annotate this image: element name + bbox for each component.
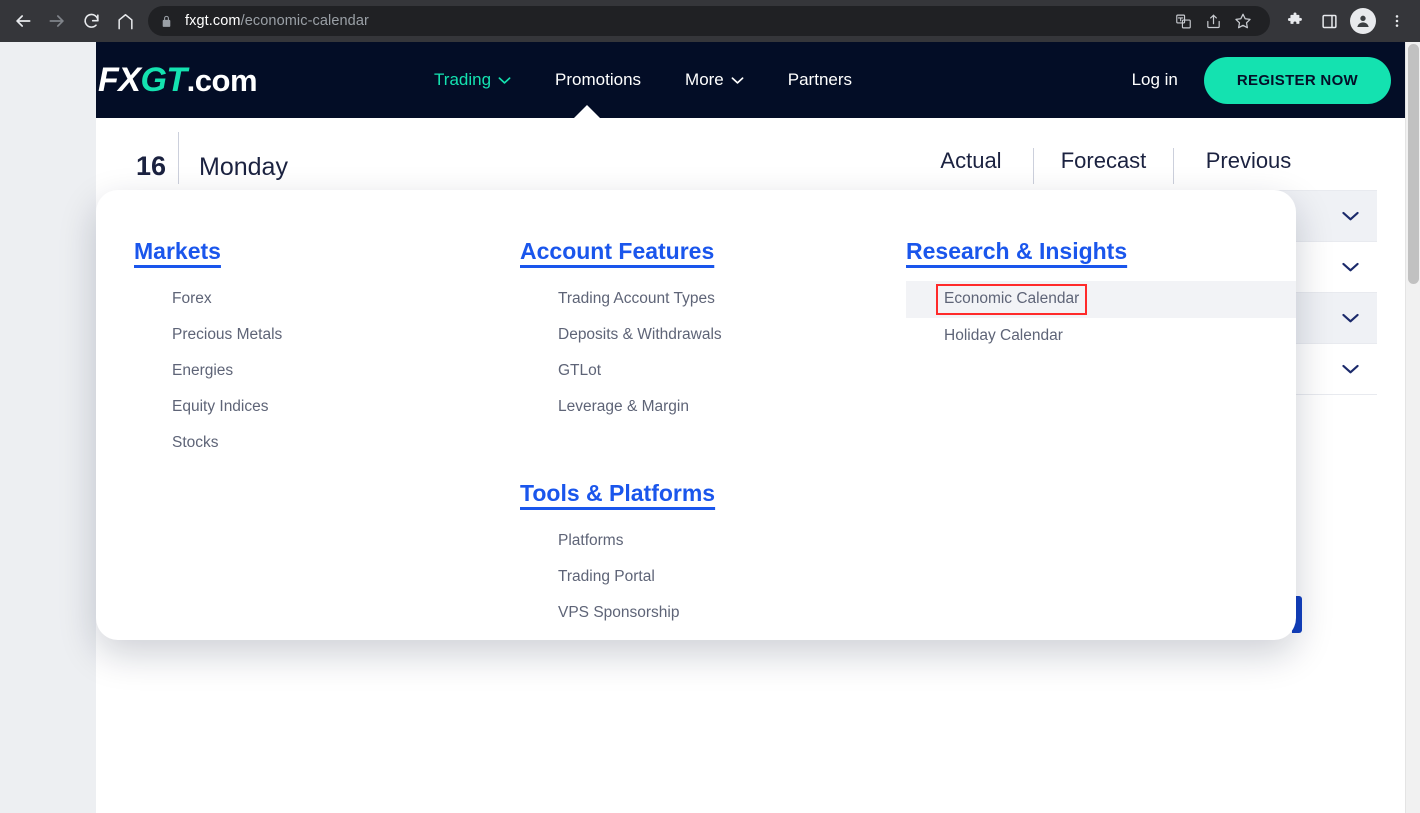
puzzle-icon[interactable] — [1278, 4, 1312, 38]
url-host: fxgt.com — [185, 13, 241, 29]
menu-item-leverage-margin[interactable]: Leverage & Margin — [520, 389, 722, 425]
page-scrollbar[interactable] — [1405, 42, 1420, 813]
menu-column-research-insights: Research & Insights Economic Calendar Ho… — [906, 238, 1296, 354]
nav-item-partners[interactable]: Partners — [766, 70, 874, 90]
page-scrollbar-thumb[interactable] — [1408, 44, 1419, 284]
profile-avatar-icon[interactable] — [1346, 4, 1380, 38]
row-expand-chevron-down-icon[interactable] — [1323, 261, 1377, 273]
menu-item-economic-calendar-row[interactable]: Economic Calendar — [906, 281, 1296, 318]
column-header-previous: Previous — [1173, 148, 1323, 184]
translate-icon[interactable] — [1168, 6, 1198, 36]
menu-item-precious-metals[interactable]: Precious Metals — [134, 317, 282, 353]
star-icon[interactable] — [1228, 6, 1258, 36]
calendar-day-header: 16 Monday Actual Forecast Previous — [124, 118, 1377, 190]
main-navigation: Trading Promotions More Partners — [412, 70, 874, 90]
nav-label-more: More — [685, 70, 724, 90]
nav-label-promotions: Promotions — [555, 70, 641, 90]
column-header-forecast: Forecast — [1033, 148, 1173, 184]
url-path: /economic-calendar — [241, 13, 369, 29]
menu-column-tools-platforms: Tools & Platforms Platforms Trading Port… — [520, 480, 715, 631]
site-logo[interactable]: FXGT.com — [98, 61, 257, 100]
site-header: FXGT.com Trading Promotions More — [96, 42, 1405, 118]
menu-item-stocks[interactable]: Stocks — [134, 425, 282, 461]
menu-item-trading-portal[interactable]: Trading Portal — [520, 559, 715, 595]
home-icon[interactable] — [108, 4, 142, 38]
dropdown-pointer-triangle — [574, 105, 600, 118]
menu-item-vps-sponsorship[interactable]: VPS Sponsorship — [520, 595, 715, 631]
menu-item-trading-account-types[interactable]: Trading Account Types — [520, 281, 722, 317]
trading-mega-menu: Markets Forex Precious Metals Energies E… — [96, 190, 1296, 640]
forward-arrow-icon[interactable] — [40, 4, 74, 38]
chevron-down-icon — [731, 76, 744, 85]
header-actions: Log in REGISTER NOW — [1106, 57, 1405, 104]
menu-column-title[interactable]: Research & Insights — [906, 238, 1127, 265]
three-dot-menu-icon[interactable] — [1380, 4, 1414, 38]
row-expand-chevron-down-icon[interactable] — [1323, 363, 1377, 375]
column-header-actual: Actual — [909, 148, 1033, 184]
menu-item-deposits-withdrawals[interactable]: Deposits & Withdrawals — [520, 317, 722, 353]
menu-item-energies[interactable]: Energies — [134, 353, 282, 389]
browser-toolbar: fxgt.com/economic-calendar — [0, 0, 1420, 42]
logo-dotcom: .com — [187, 63, 257, 99]
row-expand-chevron-down-icon[interactable] — [1323, 210, 1377, 222]
browser-actions — [1278, 4, 1420, 38]
login-link[interactable]: Log in — [1106, 70, 1204, 90]
menu-column-account-features: Account Features Trading Account Types D… — [520, 238, 722, 425]
lock-icon — [160, 15, 173, 28]
menu-column-title[interactable]: Account Features — [520, 238, 714, 265]
page-viewport: FXGT.com Trading Promotions More — [0, 42, 1420, 813]
menu-column-title[interactable]: Markets — [134, 238, 221, 265]
menu-item-holiday-calendar[interactable]: Holiday Calendar — [906, 318, 1296, 354]
menu-item-platforms[interactable]: Platforms — [520, 523, 715, 559]
calendar-day-number: 16 — [124, 151, 178, 184]
nav-item-trading[interactable]: Trading — [412, 70, 533, 90]
nav-item-promotions[interactable]: Promotions — [533, 70, 663, 90]
side-panel-icon[interactable] — [1312, 4, 1346, 38]
nav-item-more[interactable]: More — [663, 70, 766, 90]
page-body: 16 Monday Actual Forecast Previous 0:00 … — [96, 118, 1405, 813]
nav-label-trading: Trading — [434, 70, 491, 90]
menu-item-forex[interactable]: Forex — [134, 281, 282, 317]
site-container: FXGT.com Trading Promotions More — [96, 42, 1405, 813]
nav-label-partners: Partners — [788, 70, 852, 90]
menu-item-economic-calendar[interactable]: Economic Calendar — [938, 286, 1085, 313]
chevron-down-icon — [498, 76, 511, 85]
register-now-button[interactable]: REGISTER NOW — [1204, 57, 1391, 104]
menu-column-title[interactable]: Tools & Platforms — [520, 480, 715, 507]
share-icon[interactable] — [1198, 6, 1228, 36]
address-bar[interactable]: fxgt.com/economic-calendar — [148, 6, 1270, 36]
reload-icon[interactable] — [74, 4, 108, 38]
row-expand-chevron-down-icon[interactable] — [1323, 312, 1377, 324]
logo-gt: GT — [140, 61, 186, 100]
menu-column-markets: Markets Forex Precious Metals Energies E… — [134, 238, 282, 461]
menu-item-gtlot[interactable]: GTLot — [520, 353, 722, 389]
back-arrow-icon[interactable] — [6, 4, 40, 38]
address-bar-url: fxgt.com/economic-calendar — [185, 13, 369, 29]
menu-item-equity-indices[interactable]: Equity Indices — [134, 389, 282, 425]
logo-fx: FX — [98, 61, 140, 100]
calendar-day-name: Monday — [178, 132, 909, 184]
